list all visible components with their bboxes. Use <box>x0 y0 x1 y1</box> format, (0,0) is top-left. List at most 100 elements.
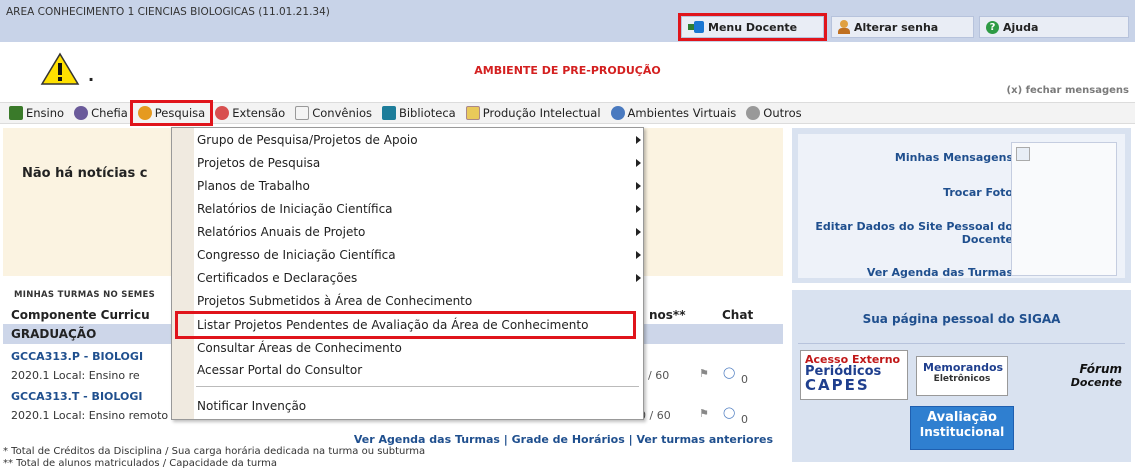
forum-bot: Docente <box>1070 376 1122 389</box>
course-code-link[interactable]: GCCA313.P - BIOLOGI <box>11 350 143 363</box>
dropdown-item-acessar-portal[interactable]: Acessar Portal do Consultor <box>197 359 637 381</box>
heart-icon <box>215 106 230 120</box>
item-label: Consultar Áreas de Conhecimento <box>197 341 402 355</box>
grade-horarios-link[interactable]: Grade de Horários <box>512 433 625 446</box>
ver-agenda-turmas-link[interactable]: Ver Agenda das Turmas <box>354 433 500 446</box>
item-label: Projetos Submetidos à Área de Conhecimen… <box>197 294 473 308</box>
dropdown-item-consultar-areas[interactable]: Consultar Áreas de Conhecimento <box>197 337 637 359</box>
course-info: 2020.1 Local: Ensino re <box>11 369 140 382</box>
menu-chefia-label: Chefia <box>91 106 128 120</box>
dropdown-item-relatorios-iniciacao[interactable]: Relatórios de Iniciação Científica <box>197 198 641 220</box>
profile-photo[interactable] <box>1011 142 1117 276</box>
item-label: Listar Projetos Pendentes de Avaliação d… <box>197 318 589 332</box>
news-title: Não há notícias c <box>22 166 148 181</box>
menu-biblioteca[interactable]: Biblioteca <box>377 103 461 123</box>
broken-image-icon <box>1016 147 1030 161</box>
personal-page-title[interactable]: Sua página pessoal do SIGAA <box>792 312 1131 326</box>
document-icon <box>295 106 310 120</box>
ajuda-label: Ajuda <box>1003 20 1039 34</box>
minhas-mensagens-link[interactable]: Minhas Mensagens <box>803 151 1013 164</box>
pushpin-icon[interactable]: ⚑ <box>699 367 709 380</box>
memo-top: Memorandos <box>923 361 1004 374</box>
col-students: nos** <box>649 307 686 322</box>
editar-site-link[interactable]: Editar Dados do Site Pessoal do Docente <box>803 220 1013 246</box>
dropdown-item-notificar-invencao[interactable]: Notificar Invenção <box>197 395 637 417</box>
dropdown-item-relatorios-anuais[interactable]: Relatórios Anuais de Projeto <box>197 221 641 243</box>
chat-icon[interactable]: ◯ <box>723 406 735 419</box>
dropdown-item-projetos-submetidos[interactable]: Projetos Submetidos à Área de Conhecimen… <box>197 290 637 312</box>
item-label: Acessar Portal do Consultor <box>197 363 363 377</box>
users-icon <box>610 106 625 120</box>
menu-extensao[interactable]: Extensão <box>210 103 290 123</box>
classes-footer-links: Ver Agenda das Turmas | Grade de Horário… <box>353 433 773 446</box>
chat-count: 0 <box>741 413 748 426</box>
chat-count: 0 <box>741 373 748 386</box>
pushpin-icon[interactable]: ⚑ <box>699 407 709 420</box>
chevron-right-icon <box>636 205 641 213</box>
course-info: 2020.1 Local: Ensino remoto <box>11 409 169 422</box>
footnote-credits: * Total de Créditos da Disciplina / Sua … <box>3 446 426 457</box>
memorandos-logo[interactable]: Memorandos Eletrônicos <box>916 356 1008 396</box>
item-label: Relatórios Anuais de Projeto <box>197 225 366 239</box>
menu-docente-icon <box>688 21 704 33</box>
col-chat: Chat <box>722 307 754 322</box>
menu-chefia[interactable]: Chefia <box>69 103 133 123</box>
ver-turmas-anteriores-link[interactable]: Ver turmas anteriores <box>636 433 773 446</box>
ajuda-button[interactable]: ? Ajuda <box>979 16 1129 38</box>
item-label: Projetos de Pesquisa <box>197 156 321 170</box>
forum-docente-logo[interactable]: Fórum Docente <box>1016 356 1126 400</box>
ver-agenda-link[interactable]: Ver Agenda das Turmas <box>803 266 1013 279</box>
chevron-right-icon <box>636 228 641 236</box>
dropdown-item-listar-pendentes[interactable]: Listar Projetos Pendentes de Avaliação d… <box>175 311 636 339</box>
close-messages-link[interactable]: (x) fechar mensagens <box>1007 85 1129 96</box>
profile-box: Minhas Mensagens Trocar Foto Editar Dado… <box>798 134 1125 279</box>
pesquisa-dropdown: Grupo de Pesquisa/Projetos de Apoio Proj… <box>171 127 644 420</box>
classes-heading: MINHAS TURMAS NO SEMES <box>14 290 156 300</box>
environment-label: AMBIENTE DE PRE-PRODUÇÃO <box>474 64 661 77</box>
dropdown-item-certificados[interactable]: Certificados e Declarações <box>197 267 641 289</box>
dropdown-item-projetos-pesquisa[interactable]: Projetos de Pesquisa <box>197 152 641 174</box>
item-label: Notificar Invenção <box>197 399 307 413</box>
chevron-right-icon <box>636 159 641 167</box>
key-person-icon <box>838 20 850 34</box>
divider <box>798 343 1125 344</box>
chat-icon[interactable]: ◯ <box>723 366 735 379</box>
library-icon <box>381 106 396 120</box>
forum-top: Fórum <box>1079 362 1122 376</box>
trocar-foto-link[interactable]: Trocar Foto <box>803 186 1013 199</box>
menu-pesquisa[interactable]: Pesquisa <box>129 100 214 126</box>
menu-outros-label: Outros <box>763 106 802 120</box>
footnote-students: ** Total de alunos matriculados / Capaci… <box>3 458 278 469</box>
menu-outros[interactable]: Outros <box>741 103 806 123</box>
menu-docente-button[interactable]: Menu Docente <box>678 13 827 41</box>
alterar-senha-button[interactable]: Alterar senha <box>831 16 974 38</box>
unit-label: AREA CONHECIMENTO 1 CIENCIAS BIOLOGICAS … <box>6 6 330 18</box>
item-label: Grupo de Pesquisa/Projetos de Apoio <box>197 133 418 147</box>
test-tube-icon <box>137 106 152 120</box>
menu-ambientes-label: Ambientes Virtuais <box>627 106 737 120</box>
menu-pesquisa-label: Pesquisa <box>154 106 206 120</box>
dropdown-item-congresso[interactable]: Congresso de Iniciação Científica <box>197 244 641 266</box>
help-icon: ? <box>986 20 999 34</box>
menu-ambientes-virtuais[interactable]: Ambientes Virtuais <box>606 103 742 123</box>
avaliacao-institucional-logo[interactable]: Avaliação Institucional <box>910 406 1014 450</box>
menu-ensino-label: Ensino <box>26 106 65 120</box>
aval-bot: Institucional <box>919 425 1005 439</box>
menu-ensino[interactable]: Ensino <box>4 103 69 123</box>
menu-producao-intelectual[interactable]: Produção Intelectual <box>461 103 606 123</box>
gear-icon <box>746 106 761 120</box>
chevron-right-icon <box>636 251 641 259</box>
dropdown-item-grupo-pesquisa[interactable]: Grupo de Pesquisa/Projetos de Apoio <box>197 129 641 151</box>
col-component: Componente Curricu <box>11 307 150 322</box>
item-label: Certificados e Declarações <box>197 271 358 285</box>
menu-convenios[interactable]: Convênios <box>290 103 377 123</box>
course-code-link[interactable]: GCCA313.T - BIOLOGI <box>11 390 142 403</box>
alterar-senha-label: Alterar senha <box>854 20 939 34</box>
menu-producao-label: Produção Intelectual <box>482 106 601 120</box>
memo-bot: Eletrônicos <box>933 374 991 384</box>
course-students: / 60 <box>648 369 670 382</box>
menu-extensao-label: Extensão <box>232 106 286 120</box>
periodicos-capes-logo[interactable]: Acesso Externo Periódicos CAPES <box>800 350 908 400</box>
chevron-right-icon <box>636 136 641 144</box>
dropdown-item-planos-trabalho[interactable]: Planos de Trabalho <box>197 175 641 197</box>
